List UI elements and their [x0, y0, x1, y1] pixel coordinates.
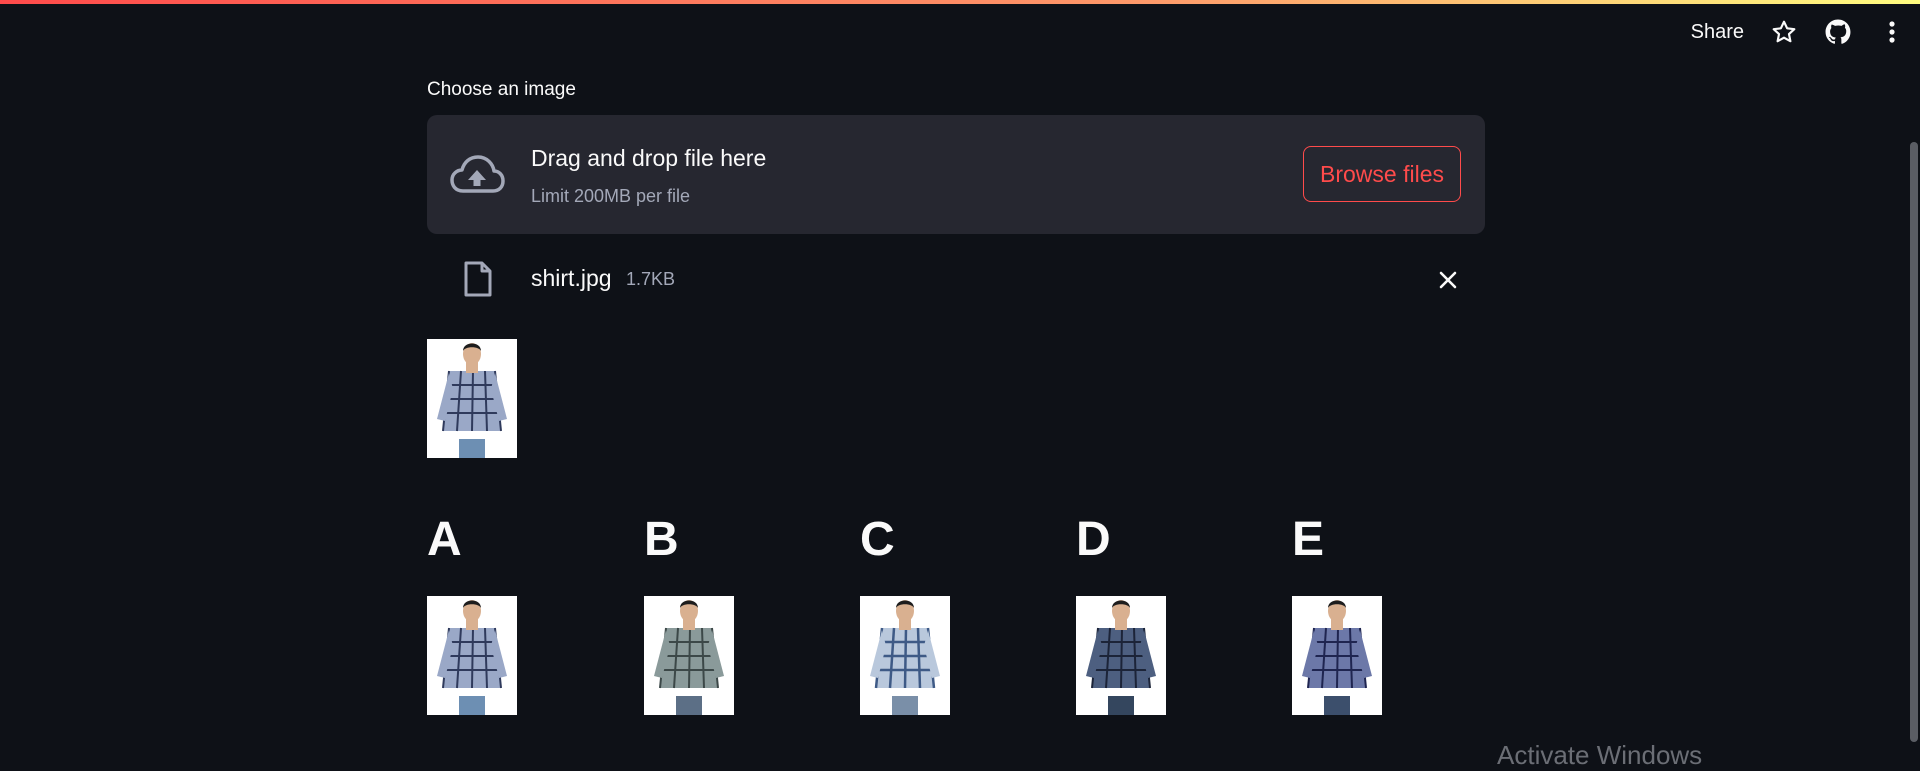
browse-files-button[interactable]: Browse files — [1303, 146, 1461, 202]
result-image-e — [1292, 596, 1382, 715]
result-label-b: B — [644, 513, 679, 566]
share-button[interactable]: Share — [1691, 21, 1744, 44]
uploaded-file-row: shirt.jpg 1.7KB — [427, 255, 1485, 305]
cloud-upload-icon — [450, 155, 505, 193]
file-icon — [464, 261, 492, 297]
uploaded-image-preview — [427, 339, 517, 458]
result-image-b — [644, 596, 734, 715]
dropzone-limit-text: Limit 200MB per file — [531, 186, 691, 206]
result-image-a — [427, 596, 517, 715]
star-icon[interactable] — [1770, 18, 1798, 46]
close-icon — [1439, 271, 1457, 289]
uploaded-file-size: 1.7KB — [626, 269, 676, 289]
result-image-c — [860, 596, 950, 715]
remove-file-button[interactable] — [1433, 265, 1463, 295]
page-scrollbar[interactable] — [1910, 142, 1918, 742]
uploaded-file-name: shirt.jpg — [531, 265, 612, 291]
more-vertical-icon[interactable] — [1878, 18, 1906, 46]
file-dropzone[interactable]: Drag and drop file here Limit 200MB per … — [427, 115, 1485, 234]
uploader-label: Choose an image — [427, 79, 576, 100]
github-icon[interactable] — [1824, 18, 1852, 46]
result-label-e: E — [1292, 513, 1325, 566]
result-label-c: C — [860, 513, 895, 566]
app-toolbar: Share — [1691, 18, 1906, 46]
result-label-a: A — [427, 513, 462, 566]
result-image-d — [1076, 596, 1166, 715]
dropzone-title: Drag and drop file here — [531, 145, 767, 171]
result-label-d: D — [1076, 513, 1111, 566]
header-decoration-bar — [0, 0, 1920, 4]
